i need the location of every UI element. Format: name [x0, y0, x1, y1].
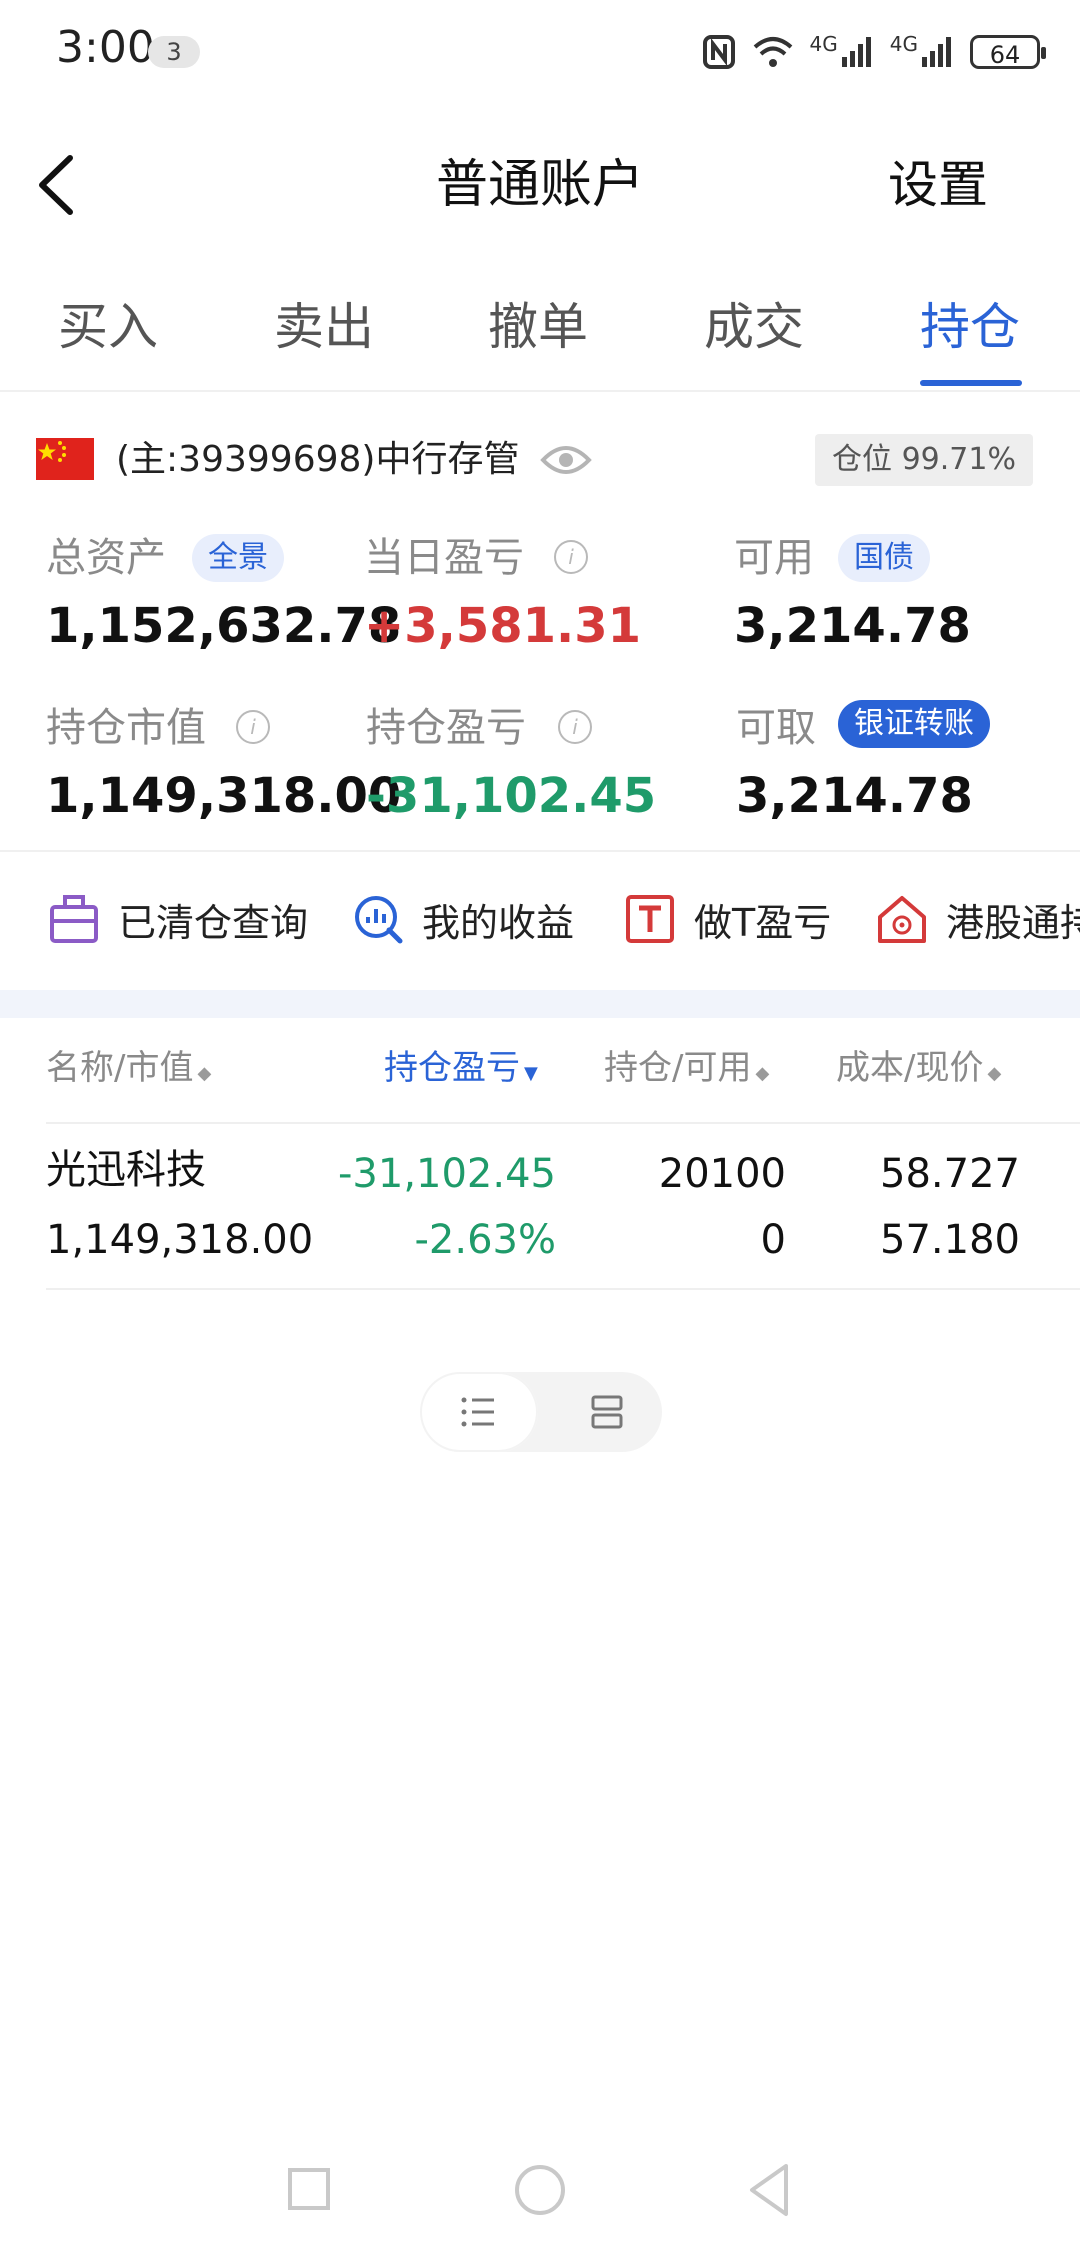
- quick-action-label: 已清仓查询: [118, 900, 309, 945]
- quick-action-hk-connect[interactable]: 港股通持: [876, 888, 1080, 950]
- treasury-pill-button[interactable]: 国债: [838, 534, 930, 582]
- market-value-value: 1,149,318.00: [46, 768, 402, 824]
- status-bar: 3:00 3 4G 4G 64: [0, 0, 1080, 100]
- position-pl-value: -31,102.45: [366, 768, 657, 824]
- total-assets-value: 1,152,632.78: [46, 598, 402, 654]
- header-label: 名称/市值: [46, 1048, 194, 1088]
- list-view-button[interactable]: [420, 1372, 538, 1452]
- card-view-icon: [591, 1395, 623, 1429]
- tab-bar: 买入 卖出 撤单 成交 持仓: [0, 280, 1080, 392]
- active-tab-indicator: [920, 380, 1022, 386]
- table-row[interactable]: 光迅科技 1,149,318.00 -31,102.45 -2.63% 2010…: [0, 1130, 1080, 1288]
- overview-pill-button[interactable]: 全景: [192, 534, 284, 582]
- quick-action-label: 我的收益: [422, 900, 575, 945]
- sort-icon: ◆: [987, 1063, 1002, 1084]
- t-box-icon: [624, 893, 676, 945]
- chart-search-icon: [352, 893, 404, 945]
- quick-action-day-trade-pl[interactable]: 做T盈亏: [624, 888, 831, 950]
- briefcase-icon: [48, 893, 100, 945]
- eye-icon[interactable]: [540, 440, 592, 480]
- tab-cancel-order[interactable]: 撤单: [468, 292, 608, 362]
- withdrawable-label: 可取: [736, 705, 816, 751]
- sort-icon: ◆: [197, 1063, 212, 1084]
- signal-icon-2: 4G: [890, 32, 954, 72]
- status-icons: 4G 4G 64: [702, 30, 1046, 74]
- stock-price: 57.180: [880, 1217, 1020, 1263]
- signal-icon-1: 4G: [810, 32, 874, 72]
- tab-sell[interactable]: 卖出: [254, 292, 394, 362]
- header-position-pl[interactable]: 持仓盈亏 ▼: [384, 1040, 538, 1102]
- info-icon[interactable]: i: [554, 540, 588, 574]
- divider: [46, 1122, 1080, 1124]
- position-pl-label: 持仓盈亏: [366, 705, 526, 751]
- stock-holding: 20100: [658, 1151, 786, 1197]
- header-label: 持仓盈亏: [384, 1048, 520, 1088]
- tab-filled[interactable]: 成交: [684, 292, 824, 362]
- account-info: (主:39399698)中行存管: [116, 439, 520, 480]
- header-name-market-value[interactable]: 名称/市值 ◆: [46, 1040, 211, 1102]
- tab-buy[interactable]: 买入: [38, 292, 178, 362]
- stock-position-pl-pct: -2.63%: [414, 1217, 556, 1263]
- nav-back-button[interactable]: [746, 2162, 792, 2218]
- status-time: 3:00: [56, 22, 155, 73]
- home-button[interactable]: [515, 2165, 565, 2215]
- recent-apps-button[interactable]: [288, 2168, 330, 2210]
- notification-badge: 3: [148, 36, 200, 68]
- bank-transfer-button[interactable]: 银证转账: [838, 700, 990, 748]
- available-label: 可用: [734, 535, 814, 581]
- available-value: 3,214.78: [734, 598, 971, 654]
- view-mode-toggle: [420, 1372, 662, 1452]
- sort-icon: ◆: [755, 1063, 770, 1084]
- quick-action-my-earnings[interactable]: 我的收益: [352, 888, 574, 950]
- tab-positions[interactable]: 持仓: [900, 292, 1040, 362]
- stock-name: 光迅科技: [46, 1147, 206, 1193]
- wifi-icon: [752, 32, 794, 72]
- stock-position-pl: -31,102.45: [337, 1151, 556, 1197]
- total-assets-label: 总资产: [46, 535, 166, 581]
- header-cost-price[interactable]: 成本/现价 ◆: [836, 1040, 1001, 1102]
- quick-action-label: 港股通持: [946, 900, 1080, 945]
- stock-market-value: 1,149,318.00: [46, 1217, 314, 1263]
- section-separator: [0, 990, 1080, 1018]
- card-view-button[interactable]: [560, 1372, 662, 1452]
- header-label: 成本/现价: [836, 1048, 984, 1088]
- market-value-label: 持仓市值: [46, 705, 206, 751]
- divider: [0, 850, 1080, 852]
- stock-cost: 58.727: [880, 1151, 1020, 1197]
- nfc-icon: [702, 32, 736, 72]
- hk-house-icon: [876, 893, 928, 945]
- daily-pl-label: 当日盈亏: [364, 535, 524, 581]
- back-arrow-icon[interactable]: [30, 150, 90, 220]
- divider: [46, 1288, 1080, 1290]
- quick-action-cleared-positions[interactable]: 已清仓查询: [48, 888, 308, 950]
- stock-available: 0: [760, 1217, 786, 1263]
- info-icon[interactable]: i: [558, 710, 592, 744]
- battery-icon: 64: [970, 35, 1046, 69]
- quick-action-label: 做T盈亏: [694, 900, 832, 945]
- network-type-1: 4G: [809, 32, 838, 56]
- list-icon: [461, 1397, 494, 1427]
- settings-button[interactable]: 设置: [888, 150, 988, 220]
- position-ratio-badge: 仓位 99.71%: [815, 434, 1033, 486]
- withdrawable-value: 3,214.78: [736, 768, 973, 824]
- header-holding-available[interactable]: 持仓/可用 ◆: [604, 1040, 769, 1102]
- network-type-2: 4G: [889, 32, 918, 56]
- china-flag-icon: [36, 438, 94, 480]
- sort-desc-icon: ▼: [524, 1063, 538, 1084]
- daily-pl-value: +3,581.31: [364, 598, 642, 654]
- info-icon[interactable]: i: [236, 710, 270, 744]
- header-label: 持仓/可用: [604, 1048, 752, 1088]
